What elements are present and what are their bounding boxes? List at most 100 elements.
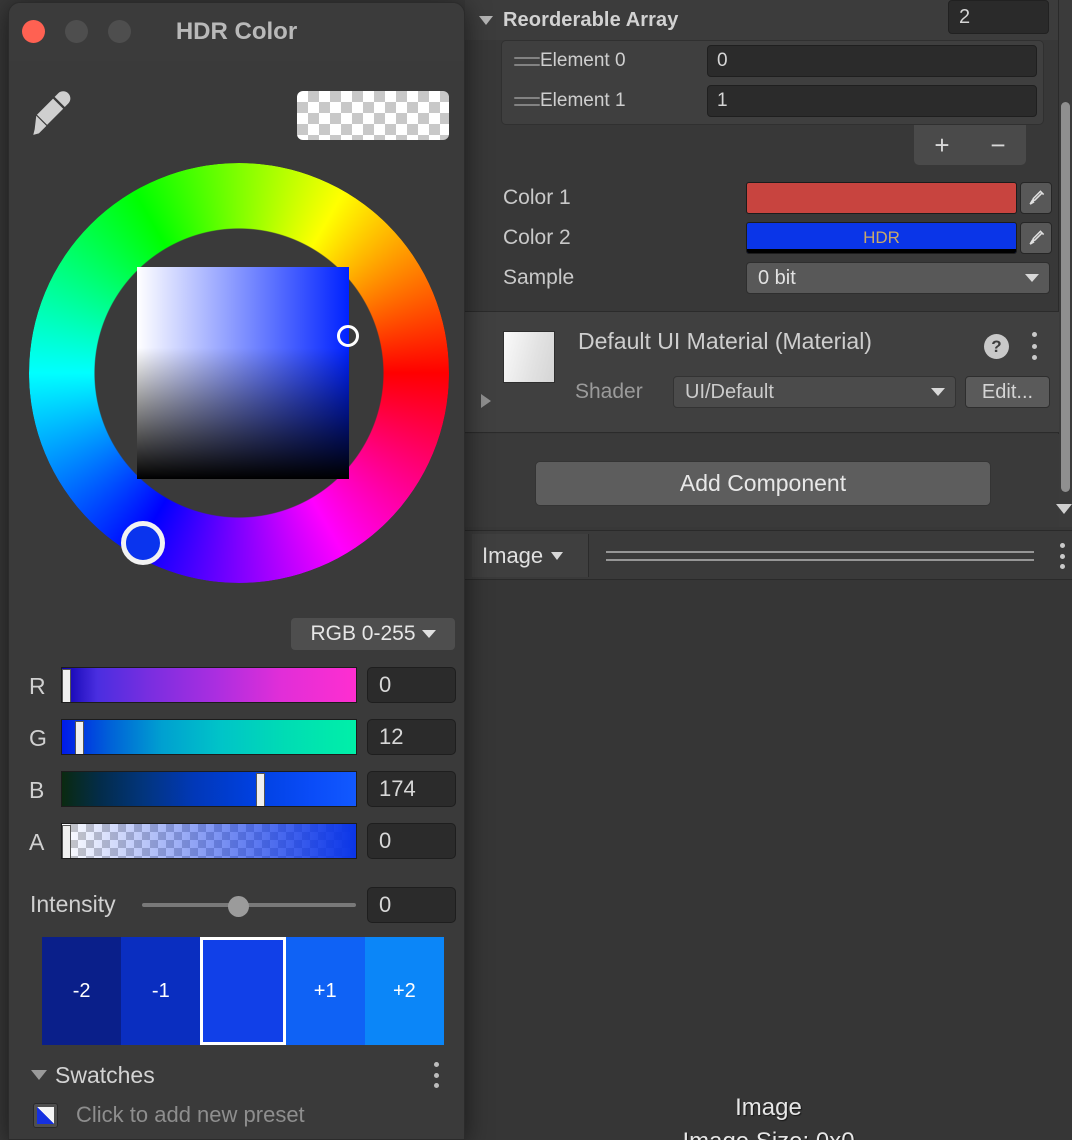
property-row-sample: Sample 0 bit <box>465 258 1059 298</box>
swatches-header[interactable]: Swatches <box>9 1058 464 1092</box>
sample-label: Sample <box>503 266 575 289</box>
add-preset-row[interactable]: Click to add new preset <box>9 1095 464 1135</box>
color-2-label: Color 2 <box>503 226 571 249</box>
inspector-scroll-area: Reorderable Array 2 Element 0 0 Element … <box>465 0 1059 527</box>
exposure-preset-label: -2 <box>72 979 91 1002</box>
close-button-icon[interactable] <box>22 20 45 43</box>
property-row-color-2: Color 2 HDR <box>465 218 1059 258</box>
element-0-input[interactable]: 0 <box>707 45 1037 77</box>
alpha-indicator-bar <box>747 249 1016 253</box>
preview-caption-title: Image <box>735 1094 802 1121</box>
color-wheel[interactable] <box>21 155 456 595</box>
color-2-swatch[interactable]: HDR <box>746 222 1017 254</box>
preview-tab-image[interactable]: Image <box>472 534 589 577</box>
sample-dropdown[interactable]: 0 bit <box>746 262 1050 294</box>
element-0-label: Element 0 <box>540 50 626 71</box>
add-component-button[interactable]: Add Component <box>535 461 991 506</box>
shader-dropdown-value: UI/Default <box>685 380 774 403</box>
panel-collapse-icon[interactable] <box>1056 504 1072 514</box>
shader-dropdown[interactable]: UI/Default <box>673 376 956 408</box>
color-mode-label: RGB 0-255 <box>310 622 416 645</box>
exposure-preset-1[interactable]: -1 <box>121 937 201 1045</box>
channel-row-b: B 174 <box>9 771 464 811</box>
reorderable-array-header[interactable]: Reorderable Array 2 <box>465 0 1058 40</box>
shader-label: Shader <box>575 380 643 403</box>
scrollbar-thumb[interactable] <box>1061 102 1070 492</box>
channel-r-value[interactable]: 0 <box>367 667 456 703</box>
exposure-preset-2[interactable] <box>200 937 286 1045</box>
maximize-button-icon[interactable] <box>108 20 131 43</box>
inspector-scrollbar[interactable] <box>1059 0 1072 527</box>
channel-r-gradient <box>62 668 356 702</box>
color-1-swatch[interactable] <box>746 182 1017 214</box>
channel-a-handle[interactable] <box>62 825 71 858</box>
color-2-eyedropper-icon[interactable] <box>1020 222 1052 254</box>
foldout-triangle-icon[interactable] <box>31 1070 47 1080</box>
color-1-label: Color 1 <box>503 186 571 209</box>
array-row-1[interactable]: Element 1 1 <box>502 81 1043 121</box>
hdr-window-title: HDR Color <box>175 18 298 45</box>
exposure-preset-label: +1 <box>313 979 337 1002</box>
preview-toolbar: Image <box>465 530 1072 580</box>
channel-row-a: A 0 <box>9 823 464 863</box>
drag-handle-icon[interactable] <box>514 96 540 106</box>
channel-a-slider[interactable] <box>61 823 357 859</box>
exposure-preset-4[interactable]: +2 <box>364 937 445 1045</box>
chevron-down-icon <box>551 551 564 560</box>
exposure-preset-3[interactable]: +1 <box>285 937 365 1045</box>
exposure-preset-0[interactable]: -2 <box>42 937 122 1045</box>
array-row-0[interactable]: Element 0 0 <box>502 41 1043 81</box>
channel-g-gradient <box>62 720 356 754</box>
intensity-slider-knob[interactable] <box>228 896 250 917</box>
minimize-button-icon[interactable] <box>65 20 88 43</box>
channel-a-gradient <box>62 824 356 858</box>
sample-dropdown-value: 0 bit <box>758 266 796 289</box>
add-preset-label: Click to add new preset <box>76 1102 305 1127</box>
channel-b-handle[interactable] <box>256 773 265 806</box>
preview-drag-grip[interactable] <box>589 534 1051 577</box>
hdr-badge: HDR <box>863 228 900 247</box>
channel-r-label: R <box>29 673 46 699</box>
shader-edit-button[interactable]: Edit... <box>965 376 1050 408</box>
material-name: Default UI Material (Material) <box>578 328 872 354</box>
material-block: Default UI Material (Material) ? Shader … <box>465 311 1059 433</box>
channel-r-slider[interactable] <box>61 667 357 703</box>
channel-b-value[interactable]: 174 <box>367 771 456 807</box>
intensity-value[interactable]: 0 <box>367 887 456 923</box>
array-add-button[interactable]: + <box>930 132 953 158</box>
preset-color-icon[interactable] <box>33 1102 58 1128</box>
hdr-color-window: HDR Color RGB 0-255 R 0 G 12 B 174 A 0 I… <box>8 2 465 1140</box>
swatches-title: Swatches <box>55 1061 155 1088</box>
hdr-window-titlebar: HDR Color <box>9 3 464 61</box>
channel-b-slider[interactable] <box>61 771 357 807</box>
preview-kebab-menu-icon[interactable] <box>1059 543 1065 569</box>
hue-selection-marker[interactable] <box>121 521 165 565</box>
intensity-row: Intensity 0 <box>9 887 464 925</box>
channel-g-slider[interactable] <box>61 719 357 755</box>
channel-r-handle[interactable] <box>62 669 71 702</box>
array-remove-button[interactable]: − <box>986 132 1009 158</box>
swatches-kebab-menu-icon[interactable] <box>433 1062 439 1088</box>
color-preview-swatch[interactable] <box>297 91 449 140</box>
element-1-input[interactable]: 1 <box>707 85 1037 117</box>
color-1-eyedropper-icon[interactable] <box>1020 182 1052 214</box>
array-items-box: Element 0 0 Element 1 1 <box>501 40 1044 125</box>
material-kebab-menu-icon[interactable] <box>1031 332 1037 360</box>
channel-g-value[interactable]: 12 <box>367 719 456 755</box>
saturation-value-square[interactable] <box>137 267 349 479</box>
unity-inspector-panel: Reorderable Array 2 Element 0 0 Element … <box>465 0 1072 1140</box>
array-footer-buttons: + − <box>914 125 1026 165</box>
element-1-label: Element 1 <box>540 90 626 111</box>
foldout-triangle-icon[interactable] <box>479 15 493 25</box>
eyedropper-icon[interactable] <box>31 89 73 139</box>
color-mode-dropdown[interactable]: RGB 0-255 <box>290 617 456 651</box>
material-foldout-icon[interactable] <box>481 394 491 408</box>
channel-row-g: G 12 <box>9 719 464 759</box>
array-size-field[interactable]: 2 <box>948 0 1049 34</box>
channel-a-value[interactable]: 0 <box>367 823 456 859</box>
preview-canvas: Image Image Size: 0x0 <box>465 580 1072 1140</box>
drag-handle-icon[interactable] <box>514 56 540 66</box>
channel-g-handle[interactable] <box>75 721 84 754</box>
help-icon[interactable]: ? <box>984 334 1009 359</box>
sv-selection-marker[interactable] <box>337 325 359 347</box>
